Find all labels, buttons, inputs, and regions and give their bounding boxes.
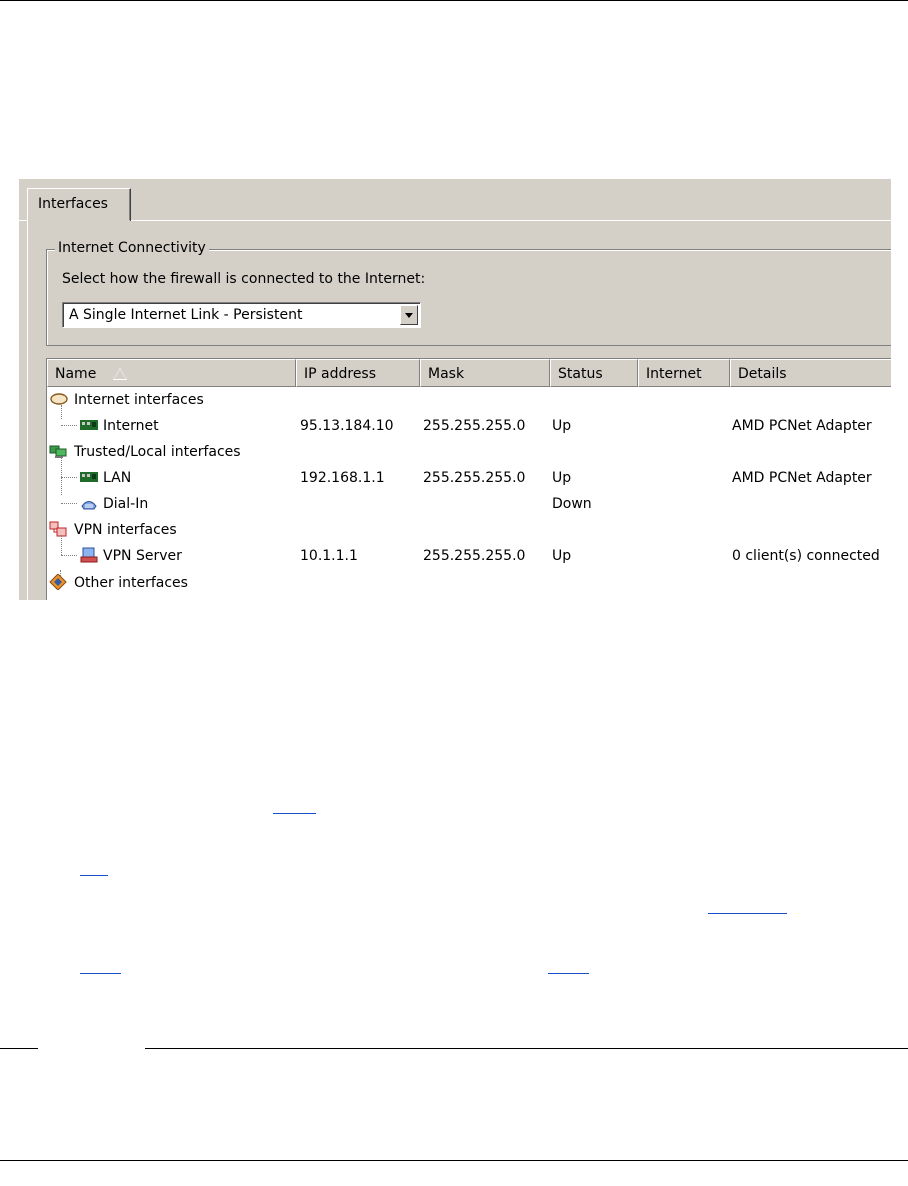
tab-baseline bbox=[19, 220, 891, 221]
interface-details: AMD PCNet Adapter bbox=[732, 470, 872, 486]
table-row[interactable]: Dial-In Down bbox=[47, 491, 891, 517]
interface-name: VPN Server bbox=[103, 548, 182, 564]
network-card-icon bbox=[80, 472, 98, 482]
group-label: Trusted/Local interfaces bbox=[74, 444, 241, 460]
group-label: VPN interfaces bbox=[74, 522, 177, 538]
tab-bottom-cover bbox=[28, 220, 130, 221]
column-header-mask-label: Mask bbox=[428, 366, 465, 382]
vpn-icon bbox=[49, 521, 67, 537]
doc-link-3[interactable] bbox=[708, 913, 787, 914]
group-label: Other interfaces bbox=[74, 575, 188, 591]
doc-link-2[interactable] bbox=[80, 875, 108, 876]
phone-modem-icon bbox=[81, 501, 97, 510]
interface-name: Internet bbox=[103, 418, 159, 434]
tree-line bbox=[61, 503, 77, 504]
internet-connectivity-group bbox=[46, 249, 891, 346]
column-header-status[interactable]: Status bbox=[550, 359, 638, 387]
chevron-down-icon[interactable] bbox=[400, 305, 418, 325]
interface-mask: 255.255.255.0 bbox=[423, 548, 526, 564]
interface-ip: 10.1.1.1 bbox=[300, 548, 358, 564]
connectivity-mode-select[interactable]: A Single Internet Link - Persistent bbox=[62, 302, 421, 328]
table-row[interactable]: VPN Server 10.1.1.1 255.255.255.0 Up 0 c… bbox=[47, 535, 891, 569]
tab-interfaces[interactable]: Interfaces bbox=[27, 188, 131, 221]
interface-name: Dial-In bbox=[103, 496, 149, 512]
interface-status: Up bbox=[552, 418, 572, 434]
tab-page-edge bbox=[27, 220, 28, 600]
vpn-server-icon bbox=[80, 547, 98, 563]
tree-group-internet[interactable]: Internet interfaces bbox=[47, 387, 891, 413]
top-rule bbox=[0, 0, 908, 1]
tab-bar: Interfaces bbox=[19, 179, 891, 221]
tree-line bbox=[61, 555, 77, 556]
diamond-icon bbox=[49, 574, 67, 590]
interface-details: 0 client(s) connected bbox=[732, 548, 880, 564]
tree-group-trusted[interactable]: Trusted/Local interfaces bbox=[47, 439, 891, 465]
footer-rule-right bbox=[145, 1048, 908, 1049]
column-header-name[interactable]: Name bbox=[47, 359, 296, 387]
tree-line bbox=[61, 457, 62, 495]
sort-ascending-icon bbox=[113, 368, 127, 380]
tree-line bbox=[61, 535, 62, 555]
column-header-details[interactable]: Details bbox=[730, 359, 891, 387]
interfaces-list[interactable]: Name IP address Mask Status Internet Det… bbox=[46, 358, 891, 600]
list-header: Name IP address Mask Status Internet Det… bbox=[47, 359, 891, 387]
computers-icon bbox=[49, 445, 67, 458]
column-header-ip[interactable]: IP address bbox=[296, 359, 420, 387]
interface-status: Up bbox=[552, 470, 572, 486]
doc-link-1[interactable] bbox=[273, 813, 316, 814]
interface-name: LAN bbox=[103, 470, 132, 486]
internet-connectivity-legend: Internet Connectivity bbox=[55, 240, 209, 256]
interface-status: Up bbox=[552, 548, 572, 564]
interface-ip: 192.168.1.1 bbox=[300, 470, 385, 486]
interface-status: Down bbox=[552, 496, 592, 512]
interface-mask: 255.255.255.0 bbox=[423, 418, 526, 434]
column-header-status-label: Status bbox=[558, 366, 603, 382]
interfaces-screenshot: Interfaces Internet Connectivity Select … bbox=[19, 179, 891, 600]
bottom-rule bbox=[0, 1160, 908, 1161]
doc-link-4[interactable] bbox=[80, 973, 121, 974]
interface-details: AMD PCNet Adapter bbox=[732, 418, 872, 434]
tree-group-other[interactable]: Other interfaces bbox=[47, 570, 891, 596]
column-header-mask[interactable]: Mask bbox=[420, 359, 550, 387]
table-row[interactable]: Internet 95.13.184.10 255.255.255.0 Up A… bbox=[47, 405, 891, 439]
tab-interfaces-label: Interfaces bbox=[38, 196, 108, 212]
column-header-ip-label: IP address bbox=[304, 366, 377, 382]
tree-group-vpn[interactable]: VPN interfaces bbox=[47, 517, 891, 543]
tree-line bbox=[61, 425, 77, 426]
column-header-name-label: Name bbox=[55, 366, 97, 382]
interface-mask: 255.255.255.0 bbox=[423, 470, 526, 486]
network-card-icon bbox=[80, 420, 98, 430]
tree-line bbox=[61, 405, 62, 419]
column-header-internet-label: Internet bbox=[646, 366, 702, 382]
tree-line bbox=[61, 477, 77, 478]
cloud-icon bbox=[50, 393, 68, 405]
group-label: Internet interfaces bbox=[74, 392, 204, 408]
footer-rule-left bbox=[0, 1048, 38, 1049]
interface-ip: 95.13.184.10 bbox=[300, 418, 394, 434]
column-header-details-label: Details bbox=[738, 366, 787, 382]
column-header-internet[interactable]: Internet bbox=[638, 359, 730, 387]
doc-link-5[interactable] bbox=[548, 973, 589, 974]
connectivity-prompt: Select how the firewall is connected to … bbox=[62, 271, 426, 287]
connectivity-mode-value: A Single Internet Link - Persistent bbox=[69, 307, 303, 323]
table-row[interactable]: LAN 192.168.1.1 255.255.255.0 Up AMD PCN… bbox=[47, 457, 891, 495]
